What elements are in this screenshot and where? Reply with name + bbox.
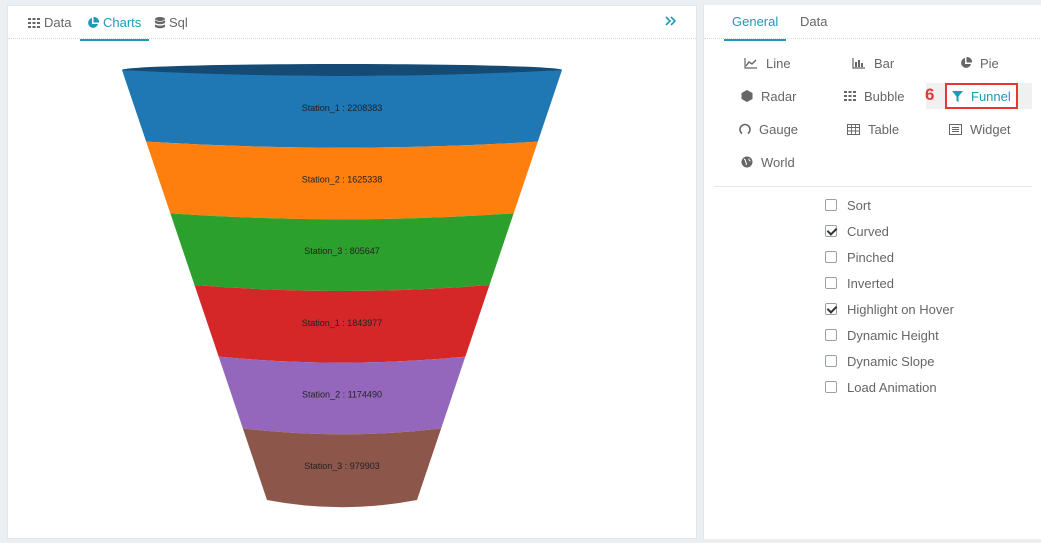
option-dynamic-slope[interactable]: Dynamic Slope [825, 351, 934, 371]
chart-type-funnel[interactable]: Funnel [945, 83, 1018, 109]
pie-chart-icon [961, 57, 972, 68]
funnel-chart: Station_1 : 2208383 Station_2 : 1625338 St… [122, 64, 562, 508]
option-label: Highlight on Hover [847, 301, 954, 317]
checkbox[interactable] [825, 251, 837, 263]
funnel-segment-label: Station_2 : 1625338 [302, 175, 383, 185]
checkbox[interactable] [825, 355, 837, 367]
funnel-segment-label: Station_1 : 2208383 [302, 103, 383, 113]
tab-settings-data[interactable]: Data [800, 5, 827, 39]
chart-type-label: Widget [970, 121, 1011, 137]
chart-type-world[interactable]: World [741, 149, 795, 175]
chart-type-label: Bubble [864, 88, 905, 104]
option-highlight-on-hover[interactable]: Highlight on Hover [825, 299, 954, 319]
option-dynamic-height[interactable]: Dynamic Height [825, 325, 939, 345]
option-load-animation[interactable]: Load Animation [825, 377, 937, 397]
checkbox[interactable] [825, 329, 837, 341]
chart-type-table[interactable]: Table [847, 116, 899, 142]
chart-type-label: Radar [761, 88, 797, 104]
divider [714, 186, 1032, 187]
chart-type-label: Line [766, 55, 791, 71]
option-label: Load Animation [847, 379, 937, 395]
option-label: Dynamic Height [847, 327, 939, 343]
chart-settings-panel: General Data Line Bar Pie Radar Bubble 6… [703, 5, 1041, 539]
chart-type-bar[interactable]: Bar [852, 50, 894, 76]
checkbox-checked[interactable] [825, 303, 837, 315]
option-label: Dynamic Slope [847, 353, 935, 369]
step-number-badge: 6 [925, 85, 935, 104]
chart-type-label: Table [868, 121, 900, 137]
chart-preview-panel: Data Charts Sql Station_1 : 2208383 Stati… [7, 5, 697, 539]
bar-chart-icon [852, 58, 865, 69]
chart-type-pie[interactable]: Pie [960, 50, 999, 76]
chart-type-label: Bar [874, 55, 895, 71]
gauge-icon [739, 123, 751, 135]
funnel-segment-label: Station_2 : 1174490 [302, 390, 382, 400]
chart-type-label: Gauge [759, 121, 799, 137]
option-label: Sort [847, 197, 871, 213]
line-chart-icon [744, 58, 757, 69]
option-inverted[interactable]: Inverted [825, 273, 894, 293]
funnel-segment-label: Station_3 : 979903 [304, 461, 380, 471]
checkbox[interactable] [825, 199, 837, 211]
widget-icon [949, 123, 962, 135]
chart-type-label: Pie [980, 55, 999, 71]
checkbox[interactable] [825, 381, 837, 393]
checkbox-checked[interactable] [825, 225, 837, 237]
option-label: Inverted [847, 275, 894, 291]
globe-icon [741, 156, 753, 168]
option-curved[interactable]: Curved [825, 221, 889, 241]
option-sort[interactable]: Sort [825, 195, 871, 215]
chart-type-bubble[interactable]: Bubble [844, 83, 904, 109]
table-icon [847, 123, 860, 135]
funnel-icon [952, 90, 963, 102]
chart-type-gauge[interactable]: Gauge [739, 116, 798, 142]
settings-tab-bar: General Data [704, 5, 1041, 41]
chart-type-widget[interactable]: Widget [949, 116, 1010, 142]
tab-general[interactable]: General [724, 5, 787, 41]
bubble-grid-icon [844, 91, 856, 101]
funnel-segment-label: Station_1 : 1843977 [302, 318, 383, 328]
chart-type-label: Funnel [971, 88, 1011, 104]
chart-type-label: World [761, 154, 795, 170]
option-pinched[interactable]: Pinched [825, 247, 894, 267]
option-label: Pinched [847, 249, 894, 265]
chart-type-radar[interactable]: Radar [741, 83, 796, 109]
chart-type-line[interactable]: Line [744, 50, 791, 76]
checkbox[interactable] [825, 277, 837, 289]
radar-icon [741, 90, 753, 102]
funnel-segment-label: Station_3 : 805647 [304, 246, 380, 256]
option-label: Curved [847, 223, 889, 239]
